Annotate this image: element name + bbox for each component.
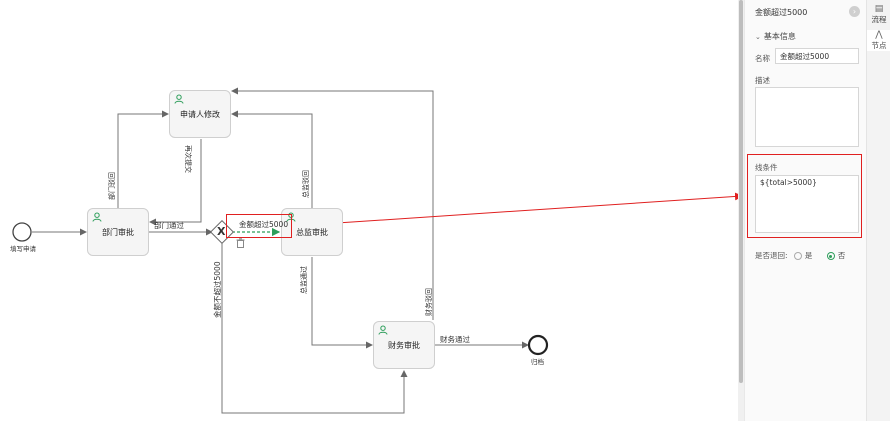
- panel-title: 金额超过5000: [755, 8, 808, 17]
- annotation-arrow: [291, 192, 738, 227]
- edge-label-finance-pass: 财务通过: [440, 335, 470, 344]
- edge-label-finance-reject: 财务驳回: [425, 288, 433, 316]
- rollback-row: 是否退回: 是 否: [755, 250, 845, 261]
- radio-no-label: 否: [837, 251, 846, 260]
- description-label: 描述: [755, 76, 770, 85]
- radio-yes-label: 是: [804, 251, 813, 260]
- edge-label-amount-not-over: 金额不超过5000: [213, 261, 222, 318]
- end-label: 归档: [531, 358, 544, 366]
- task-dept-approve[interactable]: 部门审批: [87, 208, 149, 256]
- scrollbar-thumb[interactable]: [739, 0, 743, 383]
- user-icon: [92, 212, 102, 222]
- edge-label-director-reject: 总监驳回: [302, 170, 310, 198]
- arrow-right-icon[interactable]: ›: [849, 6, 860, 17]
- side-tabs: ▤ 流程 ⋀ 节点: [866, 0, 890, 421]
- gateway-symbol: X: [217, 225, 226, 238]
- edge-dept-reject: [117, 110, 169, 208]
- edge-label-amount-over[interactable]: 金额超过5000: [239, 219, 288, 230]
- radio-yes-circle[interactable]: [793, 252, 802, 260]
- process-canvas[interactable]: X 填写申请 归档 申请人修改 部门审批 总监审批 财务审批 部门驳回 再次提交…: [0, 0, 738, 421]
- user-icon: [174, 94, 184, 104]
- radio-no[interactable]: 否: [826, 251, 846, 260]
- edge-label-resubmit: 再次提交: [184, 145, 192, 173]
- user-icon: [378, 325, 388, 335]
- name-label: 名称: [755, 54, 770, 63]
- edge-director-reject: [231, 110, 313, 208]
- edge-director-pass: [311, 257, 373, 349]
- nodes-icon: ⋀: [875, 30, 883, 40]
- start-label: 填写申请: [10, 245, 36, 253]
- tab-node[interactable]: ⋀ 节点: [867, 30, 890, 51]
- task-label: 财务审批: [388, 341, 420, 350]
- edge-label-dept-pass: 部门通过: [154, 221, 184, 230]
- task-applicant-modify[interactable]: 申请人修改: [169, 90, 231, 138]
- condition-field[interactable]: ${total>5000}: [755, 175, 859, 233]
- task-finance-approve[interactable]: 财务审批: [373, 321, 435, 369]
- edge-label-director-pass: 总监通过: [300, 266, 308, 294]
- trash-icon[interactable]: [236, 238, 245, 248]
- chevron-down-icon: ⌄: [755, 33, 761, 41]
- edge-resubmit: [149, 139, 202, 226]
- edge-label-dept-reject: 部门驳回: [108, 172, 116, 200]
- tab-node-label: 节点: [871, 41, 887, 50]
- tab-flow[interactable]: ▤ 流程: [867, 4, 890, 25]
- properties-panel: 金额超过5000 › ⌄ 基本信息 名称 金额超过5000 描述 线条件 ${to…: [744, 0, 867, 421]
- section-title: 基本信息: [763, 32, 796, 41]
- name-field[interactable]: 金额超过5000: [775, 48, 859, 64]
- condition-label: 线条件: [755, 163, 778, 172]
- rollback-label: 是否退回:: [755, 251, 788, 260]
- task-label: 部门审批: [102, 228, 134, 237]
- radio-yes[interactable]: 是: [793, 251, 813, 260]
- task-label: 申请人修改: [180, 110, 220, 119]
- end-event: [527, 334, 549, 356]
- section-basic-info[interactable]: ⌄ 基本信息: [755, 31, 796, 42]
- description-field[interactable]: [755, 87, 859, 147]
- edge-finance-reject: [231, 87, 434, 320]
- radio-no-circle[interactable]: [826, 252, 835, 260]
- document-icon: ▤: [874, 4, 884, 14]
- start-event: [12, 222, 32, 242]
- tab-flow-label: 流程: [871, 15, 887, 24]
